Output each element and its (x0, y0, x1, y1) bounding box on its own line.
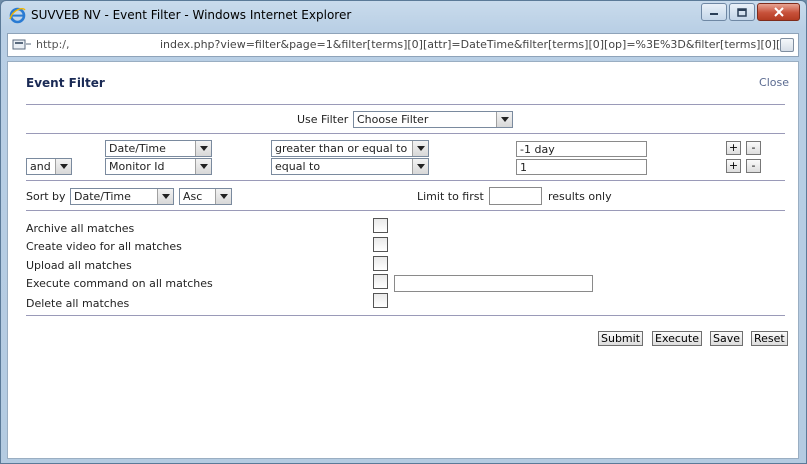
use-filter-select[interactable]: Choose Filter (353, 111, 513, 128)
term-1-remove-button[interactable]: - (746, 141, 761, 155)
close-window-button[interactable] (757, 3, 800, 21)
sort-field-value: Date/Time (74, 190, 131, 203)
chevron-down-icon (412, 141, 428, 156)
submit-button[interactable]: Submit (598, 331, 644, 346)
term-1-attr-value: Date/Time (109, 142, 166, 155)
divider (26, 210, 785, 211)
chevron-down-icon (412, 159, 428, 174)
term-2-op-select[interactable]: equal to (271, 158, 429, 175)
window-title: SUVVEB NV - Event Filter - Windows Inter… (31, 8, 352, 22)
execute-button[interactable]: Execute (652, 331, 702, 346)
term-2-attr-select[interactable]: Monitor Id (105, 158, 212, 175)
minimize-button[interactable] (701, 3, 727, 21)
limit-suffix-label: results only (548, 190, 612, 203)
minimize-icon (710, 13, 718, 15)
upload-checkbox[interactable] (373, 256, 388, 271)
divider (26, 315, 785, 316)
execute-label: Execute command on all matches (26, 277, 213, 290)
divider (26, 104, 785, 105)
close-link[interactable]: Close (759, 76, 789, 89)
sort-field-select[interactable]: Date/Time (70, 188, 174, 205)
divider (26, 180, 785, 181)
limit-label: Limit to first (417, 190, 484, 203)
use-filter-label: Use Filter (297, 113, 349, 126)
address-url[interactable]: index.php?view=filter&page=1&filter[term… (160, 38, 784, 51)
address-scheme: http:/, (36, 38, 70, 51)
page-content: Event Filter Close Use Filter Choose Fil… (7, 61, 799, 459)
term-1-add-button[interactable]: + (726, 141, 741, 155)
internet-explorer-icon (9, 7, 26, 24)
chevron-down-icon (195, 141, 211, 156)
term-1-value-input[interactable]: -1 day (516, 141, 647, 157)
video-checkbox[interactable] (373, 237, 388, 252)
address-bar[interactable]: http:/, index.php?view=filter&page=1&fil… (7, 33, 799, 57)
delete-checkbox[interactable] (373, 293, 388, 308)
reset-button[interactable]: Reset (751, 331, 788, 346)
term-2-add-button[interactable]: + (726, 159, 741, 173)
chevron-down-icon (157, 189, 173, 204)
divider (26, 133, 785, 134)
refresh-button[interactable] (780, 38, 794, 52)
term-2-conj-select[interactable]: and (26, 158, 72, 175)
browser-window: SUVVEB NV - Event Filter - Windows Inter… (0, 0, 807, 464)
term-2-op-value: equal to (275, 160, 321, 173)
chevron-down-icon (496, 112, 512, 127)
execute-command-input[interactable] (394, 275, 593, 292)
title-bar: SUVVEB NV - Event Filter - Windows Inter… (1, 1, 806, 31)
maximize-button[interactable] (729, 3, 755, 21)
save-button[interactable]: Save (710, 331, 744, 346)
term-1-attr-select[interactable]: Date/Time (105, 140, 212, 157)
video-label: Create video for all matches (26, 240, 182, 253)
sort-direction-select[interactable]: Asc (179, 188, 232, 205)
term-2-conj-value: and (30, 160, 51, 173)
close-icon (773, 7, 784, 17)
term-1-op-select[interactable]: greater than or equal to (271, 140, 429, 157)
archive-label: Archive all matches (26, 222, 135, 235)
archive-checkbox[interactable] (373, 218, 388, 233)
limit-input[interactable] (489, 187, 542, 205)
page-title: Event Filter (26, 76, 105, 90)
upload-label: Upload all matches (26, 259, 132, 272)
use-filter-value: Choose Filter (357, 113, 429, 126)
term-2-attr-value: Monitor Id (109, 160, 165, 173)
sort-by-label: Sort by (26, 190, 66, 203)
delete-label: Delete all matches (26, 297, 130, 310)
term-2-remove-button[interactable]: - (746, 159, 761, 173)
chevron-down-icon (55, 159, 71, 174)
term-2-value-input[interactable]: 1 (516, 159, 647, 175)
term-1-op-value: greater than or equal to (275, 142, 408, 155)
maximize-icon (737, 7, 747, 17)
chevron-down-icon (195, 159, 211, 174)
chevron-down-icon (215, 189, 231, 204)
execute-checkbox[interactable] (373, 274, 388, 289)
page-icon (12, 39, 31, 50)
sort-direction-value: Asc (183, 190, 203, 203)
